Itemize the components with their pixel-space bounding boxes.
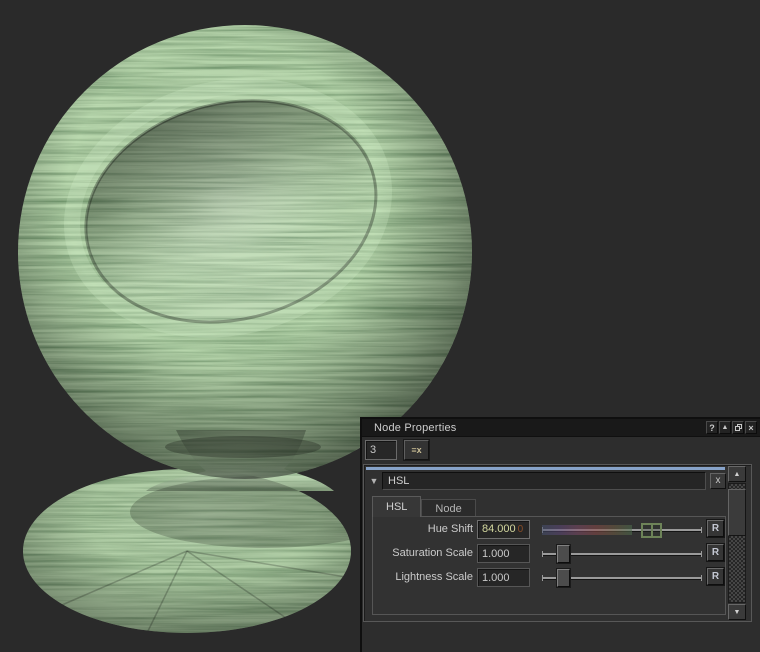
hue-shift-value-field[interactable]: 84.000 0 (477, 520, 530, 539)
node-list-area: ▼ x HSL Node Hue Shift 84.0000 R (363, 464, 752, 622)
remove-node-button[interactable]: x (710, 473, 726, 489)
tab-hsl[interactable]: HSL (372, 496, 422, 517)
tab-bar: HSL Node (372, 495, 476, 517)
expander-triangle-icon[interactable]: ▼ (366, 476, 382, 486)
default-value-ghost: 0 (517, 524, 524, 535)
close-icon[interactable]: × (745, 421, 757, 434)
node-list-scrollbar[interactable]: ▲ ▼ (728, 466, 746, 620)
saturation-scale-value-field[interactable] (477, 544, 530, 563)
selected-node-accent (366, 467, 725, 470)
panel-count-input[interactable] (365, 440, 397, 460)
saturation-scale-label: Saturation Scale (392, 547, 473, 559)
lightness-scale-label: Lightness Scale (395, 571, 473, 583)
collapse-icon[interactable]: ▲ (719, 421, 731, 434)
lightness-scale-value-field[interactable] (477, 568, 530, 587)
node-properties-panel: Node Properties ? ▲ × ≡x ▼ x HSL Node Hu… (360, 417, 760, 652)
saturation-scale-reset-button[interactable]: R (707, 544, 724, 561)
tab-node[interactable]: Node (421, 499, 476, 517)
app-window: { "canvas": { "background_color": "#2a2a… (0, 0, 760, 652)
float-icon[interactable] (732, 421, 744, 434)
lightness-scale-reset-button[interactable]: R (707, 568, 724, 585)
hue-shift-reset-button[interactable]: R (707, 520, 724, 537)
param-row-lightness-scale: Lightness Scale R (373, 567, 725, 591)
hue-shift-slider-handle[interactable] (641, 523, 662, 538)
param-row-hue-shift: Hue Shift 84.000 0 R (373, 519, 725, 543)
titlebar-icons: ? ▲ × (706, 421, 757, 434)
saturation-scale-slider[interactable] (541, 543, 703, 565)
hue-shift-label: Hue Shift (427, 523, 473, 535)
panel-toolbar: ≡x (362, 437, 760, 464)
clear-properties-button[interactable]: ≡x (404, 440, 429, 460)
lightness-scale-slider[interactable] (541, 567, 703, 589)
tab-page-hsl: Hue Shift 84.000 0 R Saturation Scale 1.… (372, 516, 726, 615)
lightness-scale-slider-handle[interactable] (557, 569, 570, 587)
panel-titlebar[interactable]: Node Properties ? ▲ × (362, 419, 760, 437)
panel-title: Node Properties (374, 421, 457, 434)
hue-shift-slider[interactable] (541, 519, 703, 541)
scrollbar-thumb[interactable] (728, 489, 746, 536)
node-header-row: ▼ x (366, 471, 726, 491)
scroll-up-icon[interactable]: ▲ (728, 466, 746, 482)
help-icon[interactable]: ? (706, 421, 718, 434)
param-row-saturation-scale: Saturation Scale R (373, 543, 725, 567)
shader-ball-base (23, 469, 351, 633)
node-name-input[interactable] (382, 472, 706, 490)
hue-gradient-strip (542, 525, 632, 535)
saturation-scale-slider-handle[interactable] (557, 545, 570, 563)
scroll-down-icon[interactable]: ▼ (728, 604, 746, 620)
